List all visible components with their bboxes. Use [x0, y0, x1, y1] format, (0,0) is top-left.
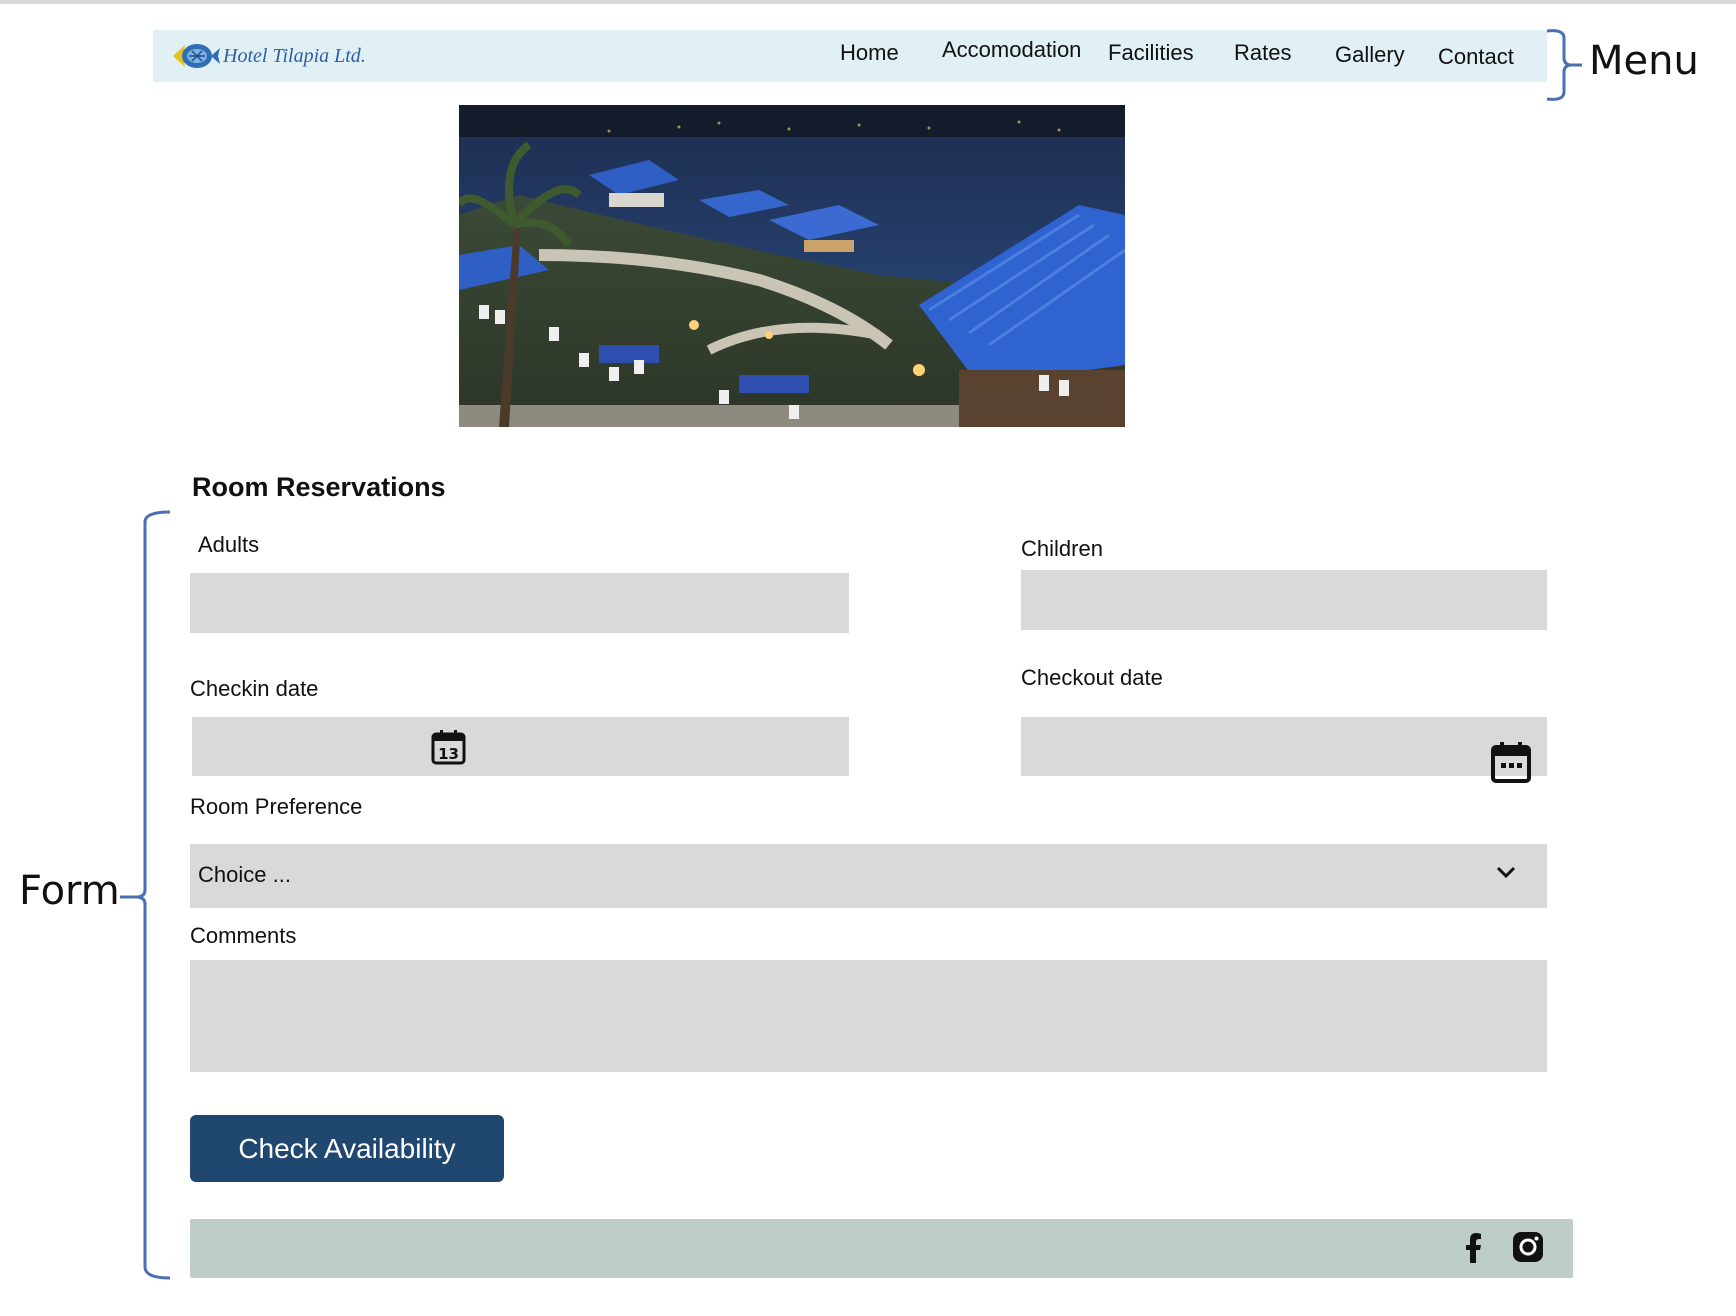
facebook-icon[interactable] [1463, 1233, 1485, 1263]
children-label: Children [1021, 536, 1103, 561]
nav-item-gallery[interactable]: Gallery [1335, 42, 1405, 68]
hero-image [459, 105, 1125, 427]
adults-label: Adults [198, 532, 260, 557]
children-input[interactable] [1021, 570, 1547, 630]
chevron-down-icon [1496, 866, 1516, 879]
comments-label: Comments [190, 923, 297, 948]
nav-item-contact[interactable]: Contact [1438, 44, 1514, 70]
footer-bar [190, 1219, 1573, 1278]
calendar-icon[interactable]: 13 [431, 729, 466, 765]
nav-item-accomodation[interactable]: Accomodation [942, 37, 1081, 63]
menu-bracket [1546, 29, 1582, 101]
nav-item-facilities[interactable]: Facilities [1108, 40, 1194, 66]
instagram-icon[interactable] [1512, 1231, 1544, 1263]
calendar-icon[interactable] [1490, 741, 1532, 784]
form-annotation-label: Form [19, 868, 120, 914]
hotel-logo[interactable]: Hotel Tilapia Ltd. [171, 39, 366, 73]
top-border [0, 0, 1736, 4]
form-title: Room Reservations [192, 472, 446, 502]
checkout-label: Checkout date [1021, 665, 1163, 690]
calendar-day-text: 13 [438, 745, 459, 763]
nav-item-rates[interactable]: Rates [1234, 40, 1291, 66]
room-preference-select[interactable]: Choice ... [190, 844, 1547, 908]
fish-logo-icon [173, 44, 220, 68]
checkin-label: Checkin date [190, 676, 319, 701]
check-availability-button[interactable]: Check Availability [190, 1115, 504, 1182]
comments-textarea[interactable] [190, 960, 1547, 1072]
checkout-date-input[interactable] [1021, 717, 1547, 776]
room-preference-value: Choice ... [198, 862, 291, 887]
nav-item-home[interactable]: Home [840, 40, 899, 66]
menu-annotation-label: Menu [1589, 38, 1699, 84]
checkin-date-input[interactable] [192, 717, 849, 776]
room-preference-label: Room Preference [190, 794, 363, 819]
brand-name: Hotel Tilapia Ltd. [223, 45, 366, 67]
adults-input[interactable] [190, 573, 849, 633]
nav-bar: Hotel Tilapia Ltd. Home Accomodation Fac… [153, 30, 1547, 82]
